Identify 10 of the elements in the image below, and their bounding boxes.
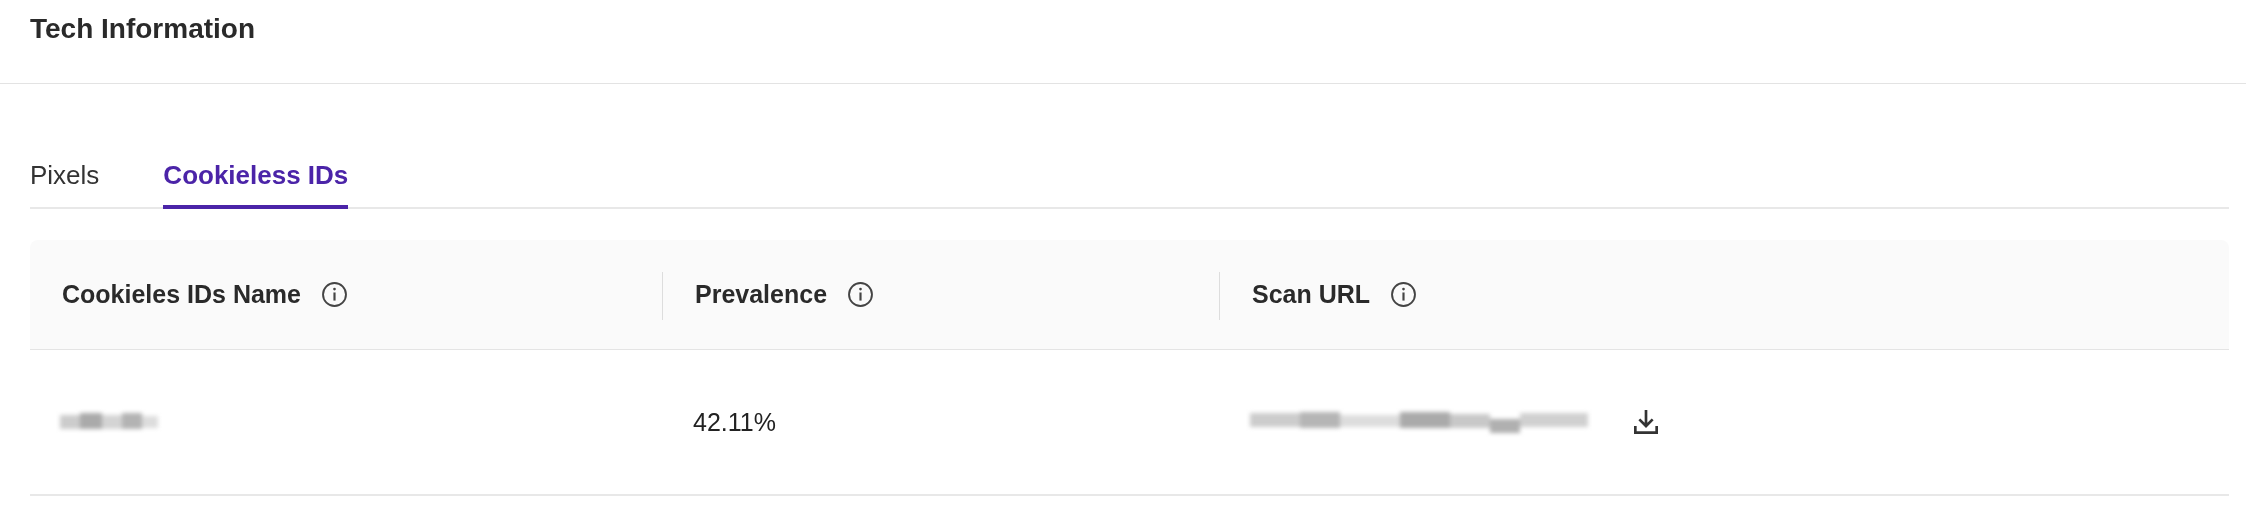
tab[interactable]: Cookieless IDs xyxy=(163,160,349,209)
column-header: Cookieles IDs Name xyxy=(62,280,301,309)
column-header: Scan URL xyxy=(1252,280,1371,309)
column-header: Prevalence xyxy=(695,280,828,309)
tab[interactable]: Pixels xyxy=(30,160,100,209)
info-icon[interactable] xyxy=(1390,281,1418,308)
info-icon[interactable] xyxy=(321,281,348,308)
section-title: Tech Information xyxy=(30,12,257,46)
table-cell: 42.11% xyxy=(693,407,776,437)
info-icon[interactable] xyxy=(847,281,875,308)
